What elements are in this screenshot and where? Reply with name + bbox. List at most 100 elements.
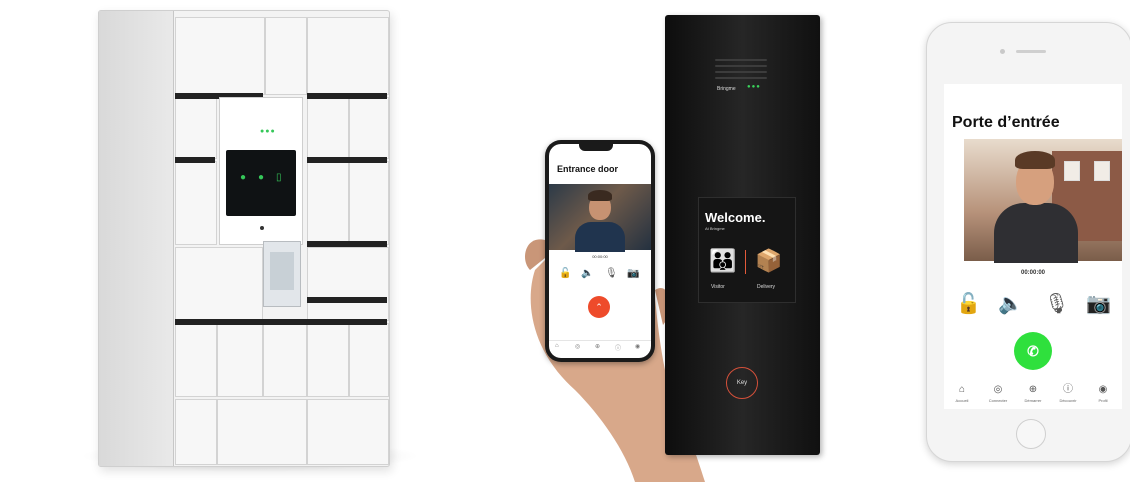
screen-divider: [745, 250, 746, 274]
profile-icon[interactable]: ◉: [635, 343, 640, 350]
locker-gap: [307, 241, 387, 247]
locker-door: [175, 161, 217, 245]
locker-side-panel: [99, 11, 174, 466]
locker-door: [265, 17, 307, 95]
home-icon: ⌂: [958, 384, 966, 395]
plus-icon: ⊕: [1028, 384, 1038, 395]
locker-door: [175, 17, 265, 95]
visitor-icon[interactable]: 👪: [709, 248, 736, 274]
intercom-screen: Welcome. At Bringme 👪 📦 Visitor Delivery: [698, 197, 796, 303]
locker-door: [307, 97, 349, 159]
end-call-button[interactable]: ⌃: [588, 296, 610, 318]
nav-item-profile[interactable]: ◉ Profil: [1085, 384, 1121, 403]
locker-door: [307, 323, 349, 397]
locker-cabinet: ●●● ● ● ▯: [98, 10, 390, 467]
locker-gap: [307, 93, 387, 99]
locker-gap: [307, 157, 387, 163]
locker-door: [349, 161, 389, 245]
camera-icon[interactable]: 📷: [627, 268, 639, 279]
screen-title: Entrance door: [557, 164, 619, 174]
call-timer: 00:00:00: [592, 254, 608, 259]
phone-screen: Porte d’entrée 00:00:00 🔓 🔈 🎙 📷 ✆ ⌂ Accu…: [944, 84, 1122, 409]
answer-call-button[interactable]: ✆: [1014, 332, 1052, 370]
locker-door: [175, 399, 217, 465]
microphone-icon[interactable]: 🎙: [605, 268, 618, 279]
phone-notch: [579, 144, 613, 151]
visitor-body: [575, 222, 625, 252]
locker-door: [175, 97, 217, 159]
locker-door: [175, 247, 263, 321]
locker-indicator-dots: ●●●: [260, 128, 276, 135]
locker-door: [175, 323, 217, 397]
nav-label: Découvrir: [1059, 398, 1077, 403]
phone-screen: Entrance door 00:00:00 🔓 🔈 🎙 📷 ⌃ ⌂ ◎ ⊕ ⓘ…: [549, 144, 651, 358]
welcome-heading: Welcome.: [705, 210, 766, 225]
nav-item-home[interactable]: ⌂ Accueil: [944, 384, 980, 403]
location-icon: ◎: [993, 384, 1003, 395]
connect-icon[interactable]: ◎: [575, 343, 580, 350]
key-button[interactable]: Key: [726, 367, 758, 399]
welcome-subtitle: At Bringme: [705, 226, 725, 231]
house-window: [1064, 161, 1080, 181]
visitor-hair: [588, 190, 612, 201]
drop-icon: ●: [240, 172, 247, 183]
camera-icon[interactable]: 📷: [1086, 291, 1111, 316]
call-timer: 00:00:00: [1020, 270, 1046, 276]
card-reader: [260, 226, 264, 230]
delivery-label: Delivery: [757, 284, 776, 290]
nav-label: Accueil: [955, 398, 969, 403]
panel-status-dots: ●●●: [747, 84, 761, 90]
speaker-icon[interactable]: 🔈: [581, 268, 593, 279]
video-feed: [964, 139, 1122, 263]
nav-label: Profil: [1098, 398, 1108, 403]
delivery-icon[interactable]: 📦: [755, 248, 782, 274]
locker-gap: [175, 157, 215, 163]
profile-icon: ◉: [1098, 384, 1108, 395]
speaker-icon[interactable]: 🔈: [998, 291, 1023, 316]
drop-icon: ●: [258, 172, 265, 183]
screen-title: Porte d’entrée: [952, 114, 1060, 131]
home-button[interactable]: [1016, 419, 1046, 449]
visitor-hair: [1015, 151, 1055, 169]
locker-door: [307, 247, 389, 321]
locker-kiosk: ●●● ● ● ▯: [219, 97, 303, 245]
locker-door: [349, 97, 389, 159]
locker-touchscreen[interactable]: ● ● ▯: [226, 150, 296, 216]
nav-item-connect[interactable]: ◎ Connecter: [980, 384, 1016, 403]
nav-label: Connecter: [988, 398, 1008, 403]
speaker-grille: [715, 59, 767, 83]
info-icon: ⓘ: [1063, 384, 1073, 395]
smart-locker-image: ●●● ● ● ▯: [0, 0, 440, 482]
locker-gap: [307, 297, 387, 303]
locker-door: [263, 323, 307, 397]
locker-door: [307, 161, 349, 245]
locker-door: [307, 17, 389, 95]
locker-gap: [175, 319, 387, 325]
handheld-phone: Entrance door 00:00:00 🔓 🔈 🎙 📷 ⌃ ⌂ ◎ ⊕ ⓘ…: [545, 140, 655, 362]
panel-brand: Bringme: [717, 86, 736, 92]
microphone-icon[interactable]: 🎙: [1044, 291, 1069, 316]
locker-door: [349, 323, 389, 397]
nav-label: Démarrer: [1024, 398, 1042, 403]
scanner-glass: [270, 252, 294, 290]
unlock-icon[interactable]: 🔓: [559, 268, 571, 279]
locker-door: [217, 399, 307, 465]
white-phone: Porte d’entrée 00:00:00 🔓 🔈 🎙 📷 ✆ ⌂ Accu…: [926, 22, 1130, 462]
info-icon[interactable]: ⓘ: [615, 343, 621, 352]
home-icon[interactable]: ⌂: [555, 343, 559, 349]
visitor-label: Visitor: [711, 284, 725, 290]
phone-icon: ▯: [276, 172, 282, 183]
front-camera: [1000, 49, 1005, 54]
start-icon[interactable]: ⊕: [595, 343, 600, 350]
nav-item-discover[interactable]: ⓘ Découvrir: [1050, 384, 1086, 403]
video-feed: [549, 184, 651, 252]
bottom-nav: ⌂ Accueil ◎ Connecter ⊕ Démarrer ⓘ Décou…: [944, 384, 1122, 409]
visitor-shirt: [994, 203, 1078, 263]
locker-door: [307, 399, 389, 465]
nav-item-start[interactable]: ⊕ Démarrer: [1015, 384, 1051, 403]
earpiece: [1016, 50, 1046, 53]
bottom-nav: ⌂ ◎ ⊕ ⓘ ◉: [549, 340, 651, 355]
unlock-icon[interactable]: 🔓: [956, 291, 981, 316]
intercom-panel: Bringme ●●● Welcome. At Bringme 👪 📦 Visi…: [665, 15, 820, 455]
package-scanner: [263, 241, 301, 307]
